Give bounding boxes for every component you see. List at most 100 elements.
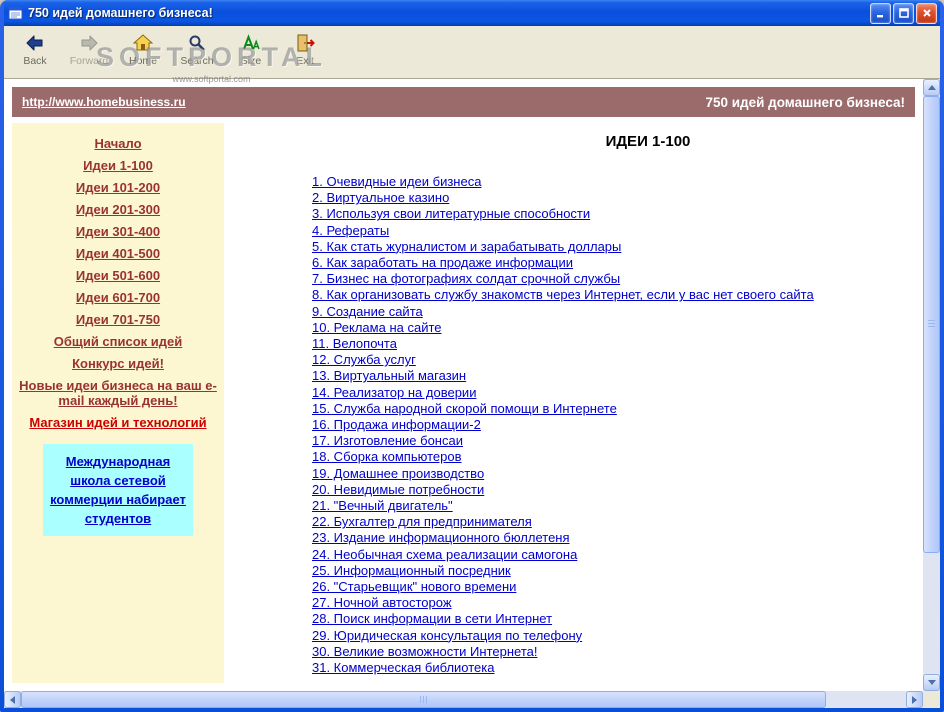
exit-door-icon — [294, 32, 316, 54]
idea-link[interactable]: 29. Юридическая консультация по телефону — [312, 628, 817, 644]
sidebar-item[interactable]: Общий список идей — [18, 334, 218, 349]
sidebar-item[interactable]: Идеи 601-700 — [18, 290, 218, 305]
sidebar-item[interactable]: Начало — [18, 136, 218, 151]
sidebar-item[interactable]: Новые идеи бизнеса на ваш e-mail каждый … — [18, 378, 218, 408]
back-button[interactable]: Back — [12, 30, 58, 67]
app-window: 750 идей домашнего бизнеса! Back Forward… — [0, 0, 944, 712]
homebusiness-url-link[interactable]: http://www.homebusiness.ru — [22, 95, 186, 109]
sidebar-item[interactable]: Идеи 701-750 — [18, 312, 218, 327]
page: http://www.homebusiness.ru 750 идей дома… — [4, 79, 923, 691]
idea-link[interactable]: 1. Очевидные идеи бизнеса — [312, 174, 817, 190]
forward-label: Forward — [69, 55, 109, 67]
scroll-left-button[interactable] — [4, 691, 21, 708]
close-icon — [922, 9, 931, 17]
title-bar[interactable]: 750 идей домашнего бизнеса! — [4, 0, 940, 26]
idea-link[interactable]: 2. Виртуальное казино — [312, 190, 817, 206]
idea-link[interactable]: 13. Виртуальный магазин — [312, 368, 817, 384]
scroll-down-button[interactable] — [923, 674, 940, 691]
horizontal-scrollbar[interactable] — [4, 691, 923, 708]
idea-link[interactable]: 3. Используя свои литературные способнос… — [312, 206, 817, 222]
idea-link[interactable]: 7. Бизнес на фотографиях солдат срочной … — [312, 271, 817, 287]
idea-link[interactable]: 5. Как стать журналистом и зарабатывать … — [312, 239, 817, 255]
page-header: http://www.homebusiness.ru 750 идей дома… — [12, 87, 915, 117]
idea-link[interactable]: 26. "Старьевщик" нового времени — [312, 579, 817, 595]
search-label: Search — [180, 55, 214, 67]
idea-link[interactable]: 14. Реализатор на доверии — [312, 385, 817, 401]
sidebar: Начало Идеи 1-100 Идеи 101-200 Идеи 201-300… — [12, 123, 224, 683]
toolbar: Back Forward Home Search Size Exit SOFTP… — [4, 26, 940, 84]
sidebar-nav: Начало Идеи 1-100 Идеи 101-200 Идеи 201-300… — [12, 136, 224, 430]
sidebar-item[interactable]: Идеи 501-600 — [18, 268, 218, 283]
idea-link[interactable]: 23. Издание информационного бюллетеня — [312, 530, 817, 546]
home-button[interactable]: Home — [120, 30, 166, 67]
app-icon — [8, 5, 24, 21]
font-size-icon — [240, 32, 262, 54]
idea-link[interactable]: 19. Домашнее производство — [312, 466, 817, 482]
idea-link[interactable]: 4. Рефераты — [312, 223, 817, 239]
idea-link[interactable]: 15. Служба народной скорой помощи в Инте… — [312, 401, 817, 417]
idea-link[interactable]: 30. Великие возможности Интернета! — [312, 644, 817, 660]
scroll-up-button[interactable] — [923, 79, 940, 96]
promo-link[interactable]: Международная школа сетевой коммерции на… — [47, 452, 189, 528]
size-label: Size — [240, 55, 262, 67]
page-header-title: 750 идей домашнего бизнеса! — [705, 94, 905, 110]
idea-link[interactable]: 12. Служба услуг — [312, 352, 817, 368]
idea-list: 1. Очевидные идеи бизнеса 2. Виртуальное … — [312, 174, 817, 676]
sidebar-item[interactable]: Магазин идей и технологий — [18, 415, 218, 430]
idea-link[interactable]: 21. "Вечный двигатель" — [312, 498, 817, 514]
horizontal-scroll-track[interactable] — [21, 691, 906, 708]
forward-arrow-icon — [78, 32, 100, 54]
vertical-scroll-thumb[interactable] — [923, 96, 940, 553]
minimize-button[interactable] — [870, 2, 891, 24]
sidebar-item[interactable]: Конкурс идей! — [18, 356, 218, 371]
arrow-left-icon — [10, 695, 15, 704]
home-label: Home — [128, 55, 157, 67]
sidebar-item[interactable]: Идеи 1-100 — [18, 158, 218, 173]
idea-link[interactable]: 11. Велопочта — [312, 336, 817, 352]
exit-button[interactable]: Exit — [282, 30, 328, 67]
size-button[interactable]: Size — [228, 30, 274, 67]
search-button[interactable]: Search — [174, 30, 220, 67]
scrollbar-corner — [923, 691, 940, 708]
vertical-scrollbar[interactable] — [923, 79, 940, 691]
sidebar-item[interactable]: Идеи 401-500 — [18, 246, 218, 261]
maximize-icon — [898, 8, 909, 18]
idea-link[interactable]: 20. Невидимые потребности — [312, 482, 817, 498]
forward-button[interactable]: Forward — [66, 30, 112, 67]
promo-box: Международная школа сетевой коммерции на… — [43, 444, 193, 536]
main-content: ИДЕИ 1-100 1. Очевидные идеи бизнеса 2. В… — [224, 123, 915, 683]
idea-link[interactable]: 24. Необычная схема реализации самогона — [312, 547, 817, 563]
idea-link[interactable]: 18. Сборка компьютеров — [312, 449, 817, 465]
sidebar-item[interactable]: Идеи 101-200 — [18, 180, 218, 195]
search-icon — [186, 32, 208, 54]
home-icon — [132, 32, 154, 54]
sidebar-item[interactable]: Идеи 301-400 — [18, 224, 218, 239]
arrow-right-icon — [912, 695, 917, 704]
back-arrow-icon — [24, 32, 46, 54]
close-button[interactable] — [916, 2, 937, 24]
arrow-up-icon — [927, 85, 936, 90]
idea-link[interactable]: 8. Как организовать службу знакомств чер… — [312, 287, 817, 303]
idea-link[interactable]: 16. Продажа информации-2 — [312, 417, 817, 433]
minimize-icon — [876, 15, 883, 18]
idea-link[interactable]: 22. Бухгалтер для предпринимателя — [312, 514, 817, 530]
idea-link[interactable]: 28. Поиск информации в сети Интернет — [312, 611, 817, 627]
idea-link[interactable]: 9. Создание сайта — [312, 304, 817, 320]
arrow-down-icon — [927, 680, 936, 685]
client-area: Back Forward Home Search Size Exit SOFTP… — [4, 26, 940, 708]
window-title: 750 идей домашнего бизнеса! — [28, 6, 213, 20]
idea-link[interactable]: 31. Коммерческая библиотека — [312, 660, 817, 676]
sidebar-item[interactable]: Идеи 201-300 — [18, 202, 218, 217]
scroll-right-button[interactable] — [906, 691, 923, 708]
idea-link[interactable]: 6. Как заработать на продаже информации — [312, 255, 817, 271]
back-label: Back — [23, 55, 47, 67]
page-title: ИДЕИ 1-100 — [605, 133, 691, 150]
idea-link[interactable]: 10. Реклама на сайте — [312, 320, 817, 336]
exit-label: Exit — [296, 55, 314, 67]
maximize-button[interactable] — [893, 2, 914, 24]
idea-link[interactable]: 27. Ночной автосторож — [312, 595, 817, 611]
idea-link[interactable]: 17. Изготовление бонсаи — [312, 433, 817, 449]
idea-link[interactable]: 25. Информационный посредник — [312, 563, 817, 579]
vertical-scroll-track[interactable] — [923, 96, 940, 674]
horizontal-scroll-thumb[interactable] — [21, 691, 827, 708]
